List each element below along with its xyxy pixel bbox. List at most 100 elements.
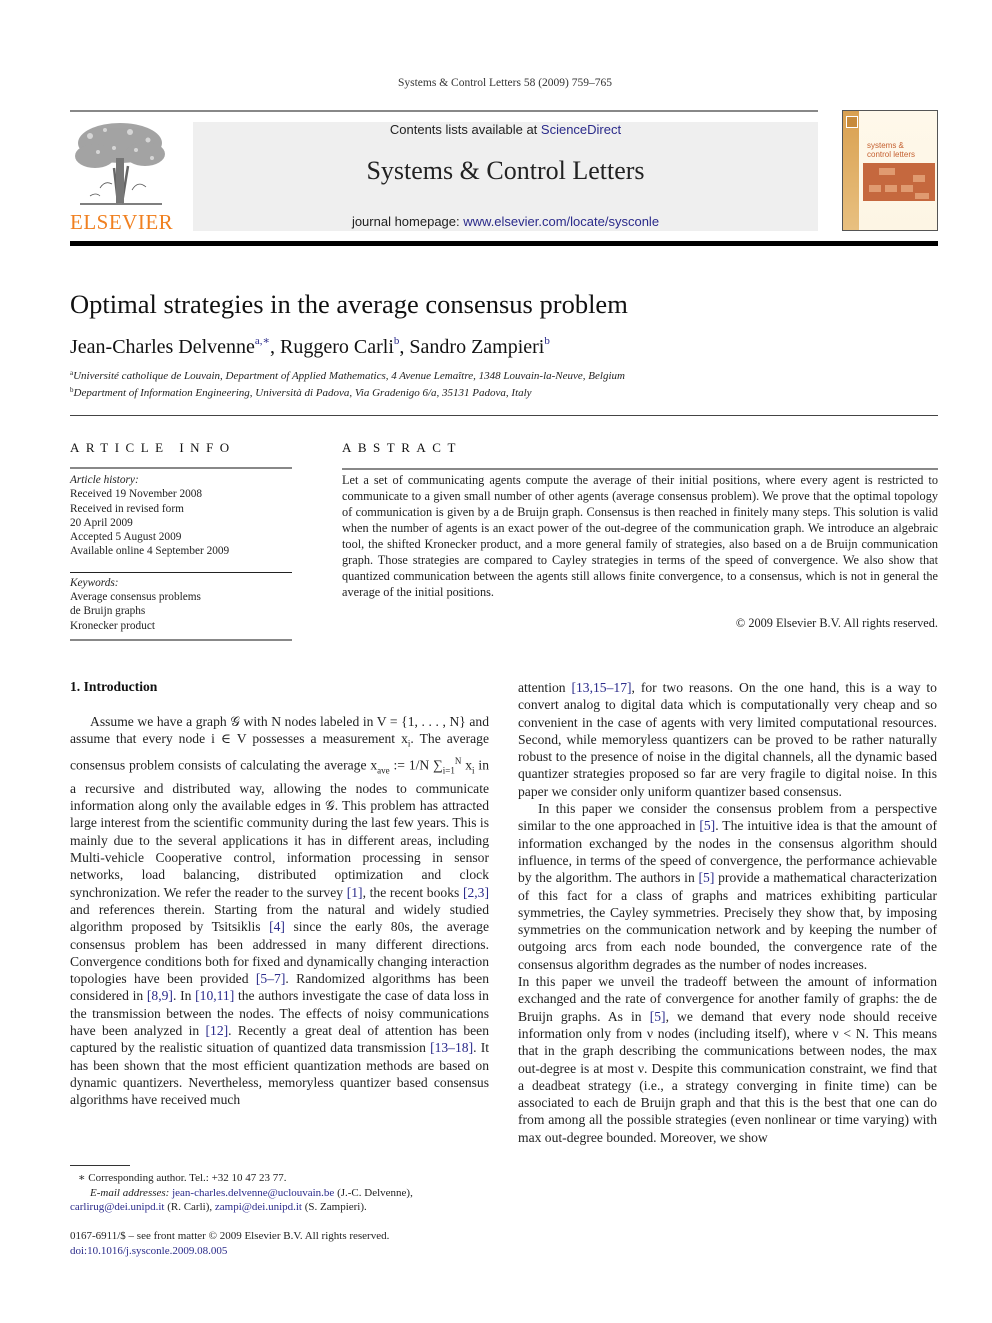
body-text: , for two reasons. On the one hand, this… bbox=[518, 680, 937, 799]
sciencedirect-link[interactable]: ScienceDirect bbox=[541, 122, 621, 137]
body-paragraph: In this paper we unveil the tradeoff bet… bbox=[518, 973, 937, 1146]
header-rule bbox=[70, 110, 818, 112]
body-column-left: Assume we have a graph 𝒢 with N nodes la… bbox=[70, 713, 489, 1109]
history-item: Accepted 5 August 2009 bbox=[70, 531, 182, 544]
body-text: provide a mathematical characterization … bbox=[518, 870, 937, 972]
cover-diagram-icon bbox=[863, 163, 935, 201]
history-item: Received 19 November 2008 bbox=[70, 488, 203, 501]
article-info-heading: ARTICLE INFO bbox=[70, 440, 236, 455]
author-separator: , bbox=[399, 336, 410, 358]
journal-homepage-link[interactable]: www.elsevier.com/locate/sysconle bbox=[463, 214, 659, 229]
journal-banner: Contents lists available at ScienceDirec… bbox=[193, 122, 818, 231]
contents-line: Contents lists available at ScienceDirec… bbox=[193, 122, 818, 137]
keywords-rule bbox=[70, 571, 292, 573]
article-info-rule bbox=[70, 467, 292, 469]
cover-title-line1: systems & bbox=[867, 141, 904, 150]
author-separator: , bbox=[270, 336, 281, 358]
doi-link[interactable]: doi:10.1016/j.sysconle.2009.08.005 bbox=[70, 1245, 227, 1257]
body-column-right: attention [13,15–17], for two reasons. O… bbox=[518, 679, 937, 1146]
article-history-label: Article history: bbox=[70, 474, 139, 486]
citation-link[interactable]: [1] bbox=[347, 885, 363, 900]
journal-title: Systems & Control Letters bbox=[366, 156, 645, 185]
keywords-label: Keywords: bbox=[70, 576, 119, 589]
cover-strip bbox=[843, 111, 859, 230]
body-text: x bbox=[461, 757, 473, 773]
elsevier-tree-icon bbox=[75, 123, 165, 205]
author-name: Sandro Zampieri bbox=[409, 336, 545, 358]
author-list: Jean-Charles Delvennea,∗, Ruggero Carli b… bbox=[70, 334, 550, 359]
article-info-bottom-rule bbox=[70, 638, 292, 641]
header-heavy-rule bbox=[70, 241, 938, 246]
affiliation-text: Department of Information Engineering, U… bbox=[73, 387, 532, 399]
keywords: Keywords: Average consensus problems de … bbox=[70, 576, 292, 633]
body-text: in a recursive and distributed way, allo… bbox=[70, 757, 489, 900]
email-link[interactable]: carlirug@dei.unipd.it bbox=[70, 1201, 164, 1213]
publisher-logo[interactable]: ELSEVIER bbox=[70, 118, 174, 234]
article-info: Article history: Received 19 November 20… bbox=[70, 467, 292, 641]
body-paragraph: Assume we have a graph 𝒢 with N nodes la… bbox=[70, 713, 489, 1109]
math-subscript: ave bbox=[377, 765, 390, 776]
email-link[interactable]: zampi@dei.unipd.it bbox=[215, 1201, 302, 1213]
keyword: de Bruijn graphs bbox=[70, 605, 146, 618]
citation-link[interactable]: [12] bbox=[206, 1023, 229, 1038]
body-text: , we demand that every node should recei… bbox=[518, 1008, 937, 1145]
author-affiliation-mark[interactable]: a,∗ bbox=[255, 335, 270, 347]
abstract-rule bbox=[342, 468, 938, 470]
article-history: Article history: Received 19 November 20… bbox=[70, 473, 292, 559]
body-text: := 1/N ∑ bbox=[389, 757, 443, 773]
email-label: E-mail addresses: bbox=[90, 1186, 170, 1199]
email-owner: (R. Carli), bbox=[164, 1201, 215, 1213]
citation-link[interactable]: [4] bbox=[269, 919, 285, 934]
math-subscript: i=1 bbox=[442, 765, 455, 776]
author-name: Ruggero Carli bbox=[280, 336, 394, 358]
author-name: Jean-Charles Delvenne bbox=[70, 336, 255, 358]
citation-link[interactable]: [5–7] bbox=[256, 971, 285, 986]
abstract-copyright: © 2009 Elsevier B.V. All rights reserved… bbox=[735, 616, 938, 630]
abstract-text: Let a set of communicating agents comput… bbox=[342, 473, 938, 599]
title-section-rule bbox=[70, 415, 938, 416]
citation-link[interactable]: [8,9] bbox=[147, 988, 173, 1003]
citation-link[interactable]: [2,3] bbox=[463, 885, 489, 900]
citation-link[interactable]: [5] bbox=[699, 818, 715, 833]
keyword: Kronecker product bbox=[70, 619, 156, 632]
email-owner: (S. Zampieri). bbox=[302, 1201, 367, 1213]
homepage-prefix: journal homepage: bbox=[351, 214, 464, 229]
article-title: Optimal strategies in the average consen… bbox=[70, 289, 628, 319]
footnote-star: ∗ bbox=[78, 1172, 86, 1184]
affiliation: bDepartment of Information Engineering, … bbox=[70, 386, 532, 399]
cover-title-line2: control letters bbox=[867, 150, 916, 159]
corresponding-author-text: Corresponding author. Tel.: +32 10 47 23… bbox=[88, 1172, 287, 1184]
citation-link[interactable]: [13,15–17] bbox=[571, 680, 631, 695]
email-link[interactable]: jean-charles.delvenne@uclouvain.be bbox=[172, 1187, 334, 1199]
affiliation-text: Université catholique de Louvain, Depart… bbox=[73, 370, 625, 382]
journal-reference: Systems & Control Letters 58 (2009) 759–… bbox=[397, 77, 612, 89]
cover-title: systems & control letters bbox=[867, 141, 915, 159]
front-matter-text: 0167-6911/$ – see front matter © 2009 El… bbox=[70, 1230, 390, 1242]
front-matter: 0167-6911/$ – see front matter © 2009 El… bbox=[70, 1229, 500, 1258]
journal-cover-thumbnail[interactable]: systems & control letters bbox=[842, 110, 938, 231]
citation-link[interactable]: [5] bbox=[699, 870, 715, 885]
abstract-heading: ABSTRACT bbox=[342, 440, 462, 455]
history-item: Available online 4 September 2009 bbox=[70, 545, 230, 558]
body-text: . In bbox=[172, 988, 196, 1004]
body-paragraph: attention [13,15–17], for two reasons. O… bbox=[518, 679, 937, 800]
keyword: Average consensus problems bbox=[70, 591, 201, 604]
body-text: , the recent books bbox=[362, 884, 463, 900]
citation-link[interactable]: [13–18] bbox=[430, 1040, 473, 1055]
publisher-logo-text: ELSEVIER bbox=[70, 210, 174, 234]
email-owner: (J.-C. Delvenne), bbox=[334, 1186, 413, 1199]
body-text: attention bbox=[518, 680, 572, 695]
homepage-line: journal homepage: www.elsevier.com/locat… bbox=[193, 214, 818, 229]
author-affiliation-mark[interactable]: b bbox=[544, 335, 550, 347]
history-item: 20 April 2009 bbox=[70, 516, 133, 529]
footnote-rule bbox=[70, 1165, 130, 1166]
citation-link[interactable]: [5] bbox=[650, 1009, 666, 1024]
section-title: 1. Introduction bbox=[70, 679, 158, 694]
cover-emblem-icon bbox=[846, 116, 858, 128]
citation-link[interactable]: [10,11] bbox=[195, 988, 234, 1003]
history-item: Received in revised form bbox=[70, 502, 184, 515]
contents-prefix: Contents lists available at bbox=[389, 122, 541, 137]
affiliation: aUniversité catholique de Louvain, Depar… bbox=[70, 369, 625, 382]
body-paragraph: In this paper we consider the consensus … bbox=[518, 800, 937, 973]
footnote-corresponding: ∗ Corresponding author. Tel.: +32 10 47 … bbox=[70, 1171, 500, 1215]
